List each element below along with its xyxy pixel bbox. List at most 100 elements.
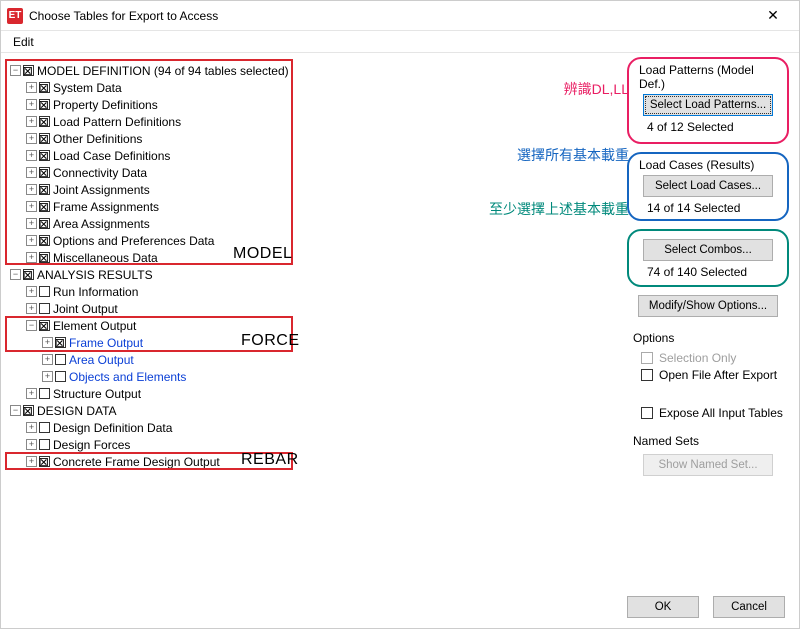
menubar: Edit	[1, 31, 799, 53]
tree-label[interactable]: Connectivity Data	[53, 166, 147, 180]
modify-show-options-button[interactable]: Modify/Show Options...	[638, 295, 778, 317]
collapse-icon[interactable]: −	[26, 320, 37, 331]
option-expose-all[interactable]: Expose All Input Tables	[641, 406, 789, 420]
load-cases-title: Load Cases (Results)	[637, 158, 779, 172]
tree-container[interactable]: − MODEL DEFINITION (94 of 94 tables selec…	[5, 59, 407, 599]
checkbox[interactable]	[39, 286, 50, 297]
checkbox	[641, 352, 653, 364]
collapse-icon[interactable]: −	[10, 405, 21, 416]
tree-label[interactable]: Area Assignments	[53, 217, 150, 231]
tree-label[interactable]: Design Forces	[53, 438, 130, 452]
checkbox[interactable]	[39, 303, 50, 314]
checkbox[interactable]	[39, 150, 50, 161]
annotation-note-blue: 選擇所有基本載重	[517, 145, 629, 165]
expand-icon[interactable]: +	[26, 150, 37, 161]
expand-icon[interactable]: +	[26, 439, 37, 450]
checkbox[interactable]	[39, 235, 50, 246]
tree-label[interactable]: Objects and Elements	[69, 370, 186, 384]
checkbox[interactable]	[55, 354, 66, 365]
checkbox[interactable]	[23, 65, 34, 76]
checkbox[interactable]	[39, 422, 50, 433]
load-patterns-group: Load Patterns (Model Def.) Select Load P…	[627, 57, 789, 144]
expand-icon[interactable]: +	[26, 252, 37, 263]
checkbox[interactable]	[39, 82, 50, 93]
tree-label[interactable]: Concrete Frame Design Output	[53, 455, 220, 469]
load-patterns-title: Load Patterns (Model Def.)	[637, 63, 779, 91]
expand-icon[interactable]: +	[26, 235, 37, 246]
expand-icon[interactable]: +	[26, 82, 37, 93]
menu-edit[interactable]: Edit	[9, 35, 38, 49]
annotation-note-green: 至少選擇上述基本載重	[489, 199, 629, 219]
tree-label[interactable]: Other Definitions	[53, 132, 142, 146]
tree-label[interactable]: Element Output	[53, 319, 136, 333]
tree-panel: − MODEL DEFINITION (94 of 94 tables selec…	[1, 53, 411, 630]
checkbox[interactable]	[39, 218, 50, 229]
expand-icon[interactable]: +	[26, 167, 37, 178]
cancel-button[interactable]: Cancel	[713, 596, 785, 618]
checkbox[interactable]	[641, 407, 653, 419]
tree-label[interactable]: System Data	[53, 81, 122, 95]
checkbox[interactable]	[55, 337, 66, 348]
expand-icon[interactable]: +	[26, 456, 37, 467]
collapse-icon[interactable]: −	[10, 269, 21, 280]
tree-label[interactable]: Options and Preferences Data	[53, 234, 214, 248]
checkbox[interactable]	[39, 116, 50, 127]
checkbox[interactable]	[23, 269, 34, 280]
checkbox[interactable]	[39, 439, 50, 450]
checkbox[interactable]	[55, 371, 66, 382]
option-label: Selection Only	[659, 351, 736, 365]
checkbox[interactable]	[39, 388, 50, 399]
select-combos-button[interactable]: Select Combos...	[643, 239, 773, 261]
checkbox[interactable]	[641, 369, 653, 381]
checkbox[interactable]	[39, 133, 50, 144]
expand-icon[interactable]: +	[26, 116, 37, 127]
tree-label[interactable]: Load Pattern Definitions	[53, 115, 181, 129]
tree-label[interactable]: Property Definitions	[53, 98, 158, 112]
expand-icon[interactable]: +	[26, 422, 37, 433]
tree-label[interactable]: Miscellaneous Data	[53, 251, 158, 265]
checkbox[interactable]	[23, 405, 34, 416]
expand-icon[interactable]: +	[26, 99, 37, 110]
expand-icon[interactable]: +	[26, 388, 37, 399]
select-load-cases-button[interactable]: Select Load Cases...	[643, 175, 773, 197]
tree-label[interactable]: Joint Output	[53, 302, 118, 316]
tree-label[interactable]: Load Case Definitions	[53, 149, 170, 163]
option-open-file-after[interactable]: Open File After Export	[641, 368, 789, 382]
select-load-patterns-button[interactable]: Select Load Patterns...	[643, 94, 773, 116]
expand-icon[interactable]: +	[26, 133, 37, 144]
option-label: Expose All Input Tables	[659, 406, 783, 420]
named-sets-title: Named Sets	[633, 434, 789, 448]
tree-label[interactable]: DESIGN DATA	[37, 404, 117, 418]
checkbox[interactable]	[39, 252, 50, 263]
checkbox[interactable]	[39, 184, 50, 195]
expand-icon[interactable]: +	[42, 371, 53, 382]
expand-icon[interactable]: +	[26, 218, 37, 229]
ok-button[interactable]: OK	[627, 596, 699, 618]
tree-label[interactable]: Run Information	[53, 285, 138, 299]
tree-label[interactable]: Frame Output	[69, 336, 143, 350]
checkbox[interactable]	[39, 167, 50, 178]
tree-label[interactable]: Design Definition Data	[53, 421, 172, 435]
tree-label[interactable]: Area Output	[69, 353, 134, 367]
tree-label[interactable]: Frame Assignments	[53, 200, 159, 214]
tree-label[interactable]: MODEL DEFINITION (94 of 94 tables select…	[37, 64, 289, 78]
tree-label[interactable]: ANALYSIS RESULTS	[37, 268, 153, 282]
expand-icon[interactable]: +	[26, 184, 37, 195]
option-label: Open File After Export	[659, 368, 777, 382]
load-cases-status: 14 of 14 Selected	[637, 201, 779, 215]
checkbox[interactable]	[39, 456, 50, 467]
expand-icon[interactable]: +	[26, 201, 37, 212]
close-button[interactable]: ✕	[753, 2, 793, 30]
window-title: Choose Tables for Export to Access	[29, 9, 753, 23]
expand-icon[interactable]: +	[42, 354, 53, 365]
tree-label[interactable]: Joint Assignments	[53, 183, 150, 197]
expand-icon[interactable]: +	[26, 286, 37, 297]
checkbox[interactable]	[39, 201, 50, 212]
expand-icon[interactable]: +	[42, 337, 53, 348]
load-patterns-status: 4 of 12 Selected	[637, 120, 779, 134]
checkbox[interactable]	[39, 99, 50, 110]
collapse-icon[interactable]: −	[10, 65, 21, 76]
tree-label[interactable]: Structure Output	[53, 387, 141, 401]
checkbox[interactable]	[39, 320, 50, 331]
expand-icon[interactable]: +	[26, 303, 37, 314]
